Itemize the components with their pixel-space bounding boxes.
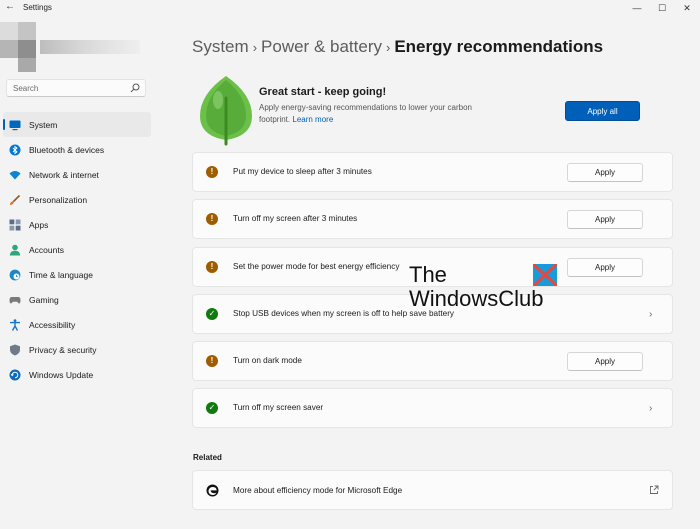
update-icon bbox=[9, 369, 21, 380]
recommendation-card: ! Turn off my screen after 3 minutes App… bbox=[192, 199, 673, 240]
apply-button[interactable]: Apply bbox=[567, 257, 643, 277]
sidebar-item-label: Privacy & security bbox=[29, 344, 97, 355]
watermark-logo-icon bbox=[533, 264, 557, 286]
hero-description-text: Apply energy-saving recommendations to l… bbox=[259, 103, 472, 124]
sidebar-item-label: System bbox=[29, 119, 58, 130]
search-icon[interactable] bbox=[130, 83, 140, 93]
sidebar-item-system[interactable]: System bbox=[3, 112, 151, 137]
maximize-button[interactable]: ☐ bbox=[655, 2, 669, 14]
recommendation-label: Turn off my screen saver bbox=[233, 403, 324, 413]
sidebar-nav: System Bluetooth & devices Network & int… bbox=[3, 112, 151, 387]
person-icon bbox=[9, 244, 21, 255]
sidebar-item-time-language[interactable]: Time & language bbox=[3, 262, 151, 287]
warning-icon: ! bbox=[206, 260, 218, 273]
chevron-right-icon[interactable]: › bbox=[649, 309, 652, 320]
sidebar-item-apps[interactable]: Apps bbox=[3, 212, 151, 237]
back-arrow-icon[interactable]: ← bbox=[4, 1, 16, 13]
recommendation-label: Set the power mode for best energy effic… bbox=[233, 261, 400, 271]
page-title: Energy recommendations bbox=[394, 37, 604, 56]
system-icon bbox=[9, 120, 21, 130]
sidebar-item-label: Windows Update bbox=[29, 369, 94, 380]
recommendation-card: ! Put my device to sleep after 3 minutes… bbox=[192, 152, 673, 192]
chevron-right-icon: › bbox=[252, 40, 258, 55]
watermark-line1: The bbox=[409, 262, 447, 287]
recommendation-label: Turn on dark mode bbox=[233, 356, 302, 366]
apply-button[interactable]: Apply bbox=[567, 163, 643, 182]
leaf-icon bbox=[200, 76, 252, 146]
edge-icon bbox=[206, 484, 219, 497]
title-bar: ← Settings — ☐ ✕ bbox=[0, 0, 700, 16]
checkmark-icon: ✓ bbox=[206, 402, 218, 415]
avatar bbox=[18, 58, 36, 72]
avatar bbox=[18, 40, 36, 58]
sidebar-item-privacy[interactable]: Privacy & security bbox=[3, 337, 151, 362]
bluetooth-icon bbox=[9, 144, 21, 155]
sidebar-item-label: Time & language bbox=[29, 269, 93, 280]
search-input[interactable] bbox=[13, 82, 123, 94]
recommendation-card[interactable]: ✓ Turn off my screen saver › bbox=[192, 388, 673, 429]
sidebar-item-gaming[interactable]: Gaming bbox=[3, 287, 151, 312]
sidebar-item-network[interactable]: Network & internet bbox=[3, 162, 151, 187]
chevron-right-icon: › bbox=[385, 40, 391, 55]
breadcrumb-power-battery[interactable]: Power & battery bbox=[261, 37, 382, 56]
recommendation-label: Turn off my screen after 3 minutes bbox=[233, 214, 358, 224]
related-link-label: More about efficiency mode for Microsoft… bbox=[233, 486, 403, 495]
search-box[interactable] bbox=[6, 79, 146, 97]
shield-icon bbox=[10, 344, 20, 355]
breadcrumb: System › Power & battery › Energy recommenda… bbox=[192, 37, 603, 57]
sidebar-item-label: Gaming bbox=[29, 294, 59, 305]
apply-all-button[interactable]: Apply all bbox=[565, 101, 640, 121]
breadcrumb-system[interactable]: System bbox=[192, 37, 249, 56]
gamepad-icon bbox=[9, 296, 21, 303]
warning-icon: ! bbox=[206, 355, 218, 368]
warning-icon: ! bbox=[206, 166, 218, 178]
hero-title: Great start - keep going! bbox=[259, 86, 387, 98]
warning-icon: ! bbox=[206, 213, 218, 226]
paintbrush-icon bbox=[10, 194, 21, 205]
apply-button[interactable]: Apply bbox=[567, 352, 643, 372]
sidebar-item-windows-update[interactable]: Windows Update bbox=[3, 362, 151, 387]
avatar bbox=[0, 40, 18, 58]
external-link-icon[interactable] bbox=[649, 485, 659, 495]
apps-icon bbox=[9, 219, 21, 230]
recommendation-label: Put my device to sleep after 3 minutes bbox=[233, 167, 372, 176]
sidebar-item-label: Network & internet bbox=[29, 169, 99, 180]
sidebar-item-label: Apps bbox=[29, 219, 49, 230]
recommendation-card: ! Turn on dark mode Apply bbox=[192, 341, 673, 382]
checkmark-icon: ✓ bbox=[206, 307, 218, 320]
watermark: The WindowsClub bbox=[408, 262, 568, 312]
related-edge-efficiency-link[interactable]: More about efficiency mode for Microsoft… bbox=[192, 470, 673, 510]
sidebar-item-accounts[interactable]: Accounts bbox=[3, 237, 151, 262]
related-heading: Related bbox=[193, 453, 222, 462]
accessibility-icon bbox=[10, 318, 20, 331]
profile-name bbox=[40, 40, 140, 54]
sidebar-item-accessibility[interactable]: Accessibility bbox=[3, 312, 151, 337]
sidebar-item-bluetooth[interactable]: Bluetooth & devices bbox=[3, 137, 151, 162]
sidebar-item-label: Accessibility bbox=[29, 319, 76, 330]
close-button[interactable]: ✕ bbox=[680, 2, 694, 14]
minimize-button[interactable]: — bbox=[630, 2, 644, 14]
avatar bbox=[0, 22, 18, 40]
sidebar-item-label: Bluetooth & devices bbox=[29, 144, 105, 155]
globe-clock-icon bbox=[9, 269, 21, 280]
sidebar-item-label: Accounts bbox=[29, 244, 64, 255]
chevron-right-icon[interactable]: › bbox=[649, 403, 652, 414]
hero-description: Apply energy-saving recommendations to l… bbox=[259, 102, 479, 126]
watermark-line2: WindowsClub bbox=[409, 286, 544, 311]
avatar bbox=[18, 22, 36, 40]
learn-more-link[interactable]: Learn more bbox=[292, 115, 333, 124]
apply-button[interactable]: Apply bbox=[567, 210, 643, 230]
wifi-icon bbox=[9, 170, 21, 179]
app-title: Settings bbox=[23, 3, 52, 12]
sidebar-item-label: Personalization bbox=[29, 194, 88, 205]
sidebar-item-personalization[interactable]: Personalization bbox=[3, 187, 151, 212]
